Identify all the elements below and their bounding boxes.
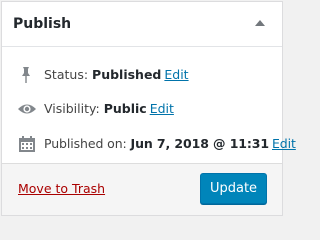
move-to-trash-link[interactable]: Move to Trash bbox=[18, 180, 105, 198]
pin-icon bbox=[21, 66, 31, 90]
update-button[interactable]: Update bbox=[200, 173, 267, 204]
visibility-text: Visibility: Public Edit bbox=[44, 99, 174, 119]
panel-header[interactable]: Publish bbox=[2, 2, 282, 47]
status-row: Status: Published Edit bbox=[2, 65, 282, 85]
collapse-arrow-icon[interactable] bbox=[255, 20, 265, 26]
panel-title: Publish bbox=[13, 16, 72, 32]
published-on-value: Jun 7, 2018 @ 11:31 bbox=[130, 136, 270, 151]
status-text: Status: Published Edit bbox=[44, 65, 189, 85]
major-publishing-actions: Move to Trash Update bbox=[2, 163, 282, 215]
published-on-label: Published on: bbox=[44, 136, 127, 151]
calendar-icon bbox=[18, 135, 36, 159]
visibility-value: Public bbox=[103, 101, 147, 116]
edit-published-date-link[interactable]: Edit bbox=[272, 136, 296, 151]
visibility-label: Visibility: bbox=[44, 101, 100, 116]
edit-visibility-link[interactable]: Edit bbox=[150, 101, 174, 116]
eye-icon bbox=[17, 100, 37, 124]
published-on-row: Published on: Jun 7, 2018 @ 11:31 Edit bbox=[2, 134, 296, 154]
published-on-text: Published on: Jun 7, 2018 @ 11:31 Edit bbox=[44, 134, 296, 154]
publish-panel: Publish Status: Published Edit Visibility… bbox=[1, 1, 296, 216]
status-value: Published bbox=[92, 67, 162, 82]
status-label: Status: bbox=[44, 67, 89, 82]
visibility-row: Visibility: Public Edit bbox=[2, 99, 282, 119]
edit-status-link[interactable]: Edit bbox=[164, 67, 188, 82]
